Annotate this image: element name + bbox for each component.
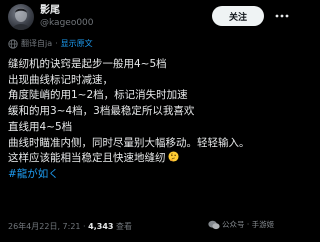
globe-icon (8, 39, 18, 49)
meta-separator: · (80, 222, 89, 231)
watermark: 公众号 · 手游姬 (208, 219, 274, 230)
post-line-last: 这样应该能相当稳定且快速地缝纫 (8, 151, 298, 167)
translation-bar: 翻译自ja · 显示原文 (8, 38, 93, 50)
view-count-label: 查看 (113, 222, 132, 231)
post-meta: 26年4月22日, 7:21 · 4,343 查看 (8, 222, 132, 232)
show-original-link[interactable]: 显示原文 (61, 38, 93, 50)
post-line: 缝纫机的诀窍是起步一般用4~5档 (8, 58, 167, 70)
author-handle[interactable]: @kageo000 (40, 18, 94, 29)
translation-separator: · (55, 39, 58, 48)
translated-from-label: 翻译自ja (21, 39, 53, 48)
thinking-face-icon (167, 151, 179, 162)
view-count: 4,343 (88, 222, 114, 231)
author-display-name[interactable]: 影尾 (40, 5, 60, 17)
post-line: 曲线时瞄准内侧，同时尽量别大幅移动。轻轻输入。 (8, 136, 250, 149)
post-line: 角度陡峭的用1~2档，标记消失时加速 (8, 89, 188, 102)
post-line: 直线用4~5档 (8, 120, 73, 133)
more-options-button[interactable] (274, 9, 290, 23)
timestamp[interactable]: 26年4月22日, 7:21 (8, 222, 81, 231)
watermark-text: 公众号 · 手游姬 (222, 220, 275, 229)
wechat-icon (208, 220, 220, 229)
hashtag-link[interactable]: #龍が如く (8, 167, 298, 183)
post-text: 缝纫机的诀窍是起步一般用4~5档 出现曲线标记时减速， 角度陡峭的用1~2档，标… (8, 57, 298, 183)
more-dots-icon (275, 14, 289, 18)
post-line-text: 这样应该能相当稳定且快速地缝纫 (8, 152, 166, 165)
post-line: 缓和的用3~4档，3档最稳定所以我喜欢 (8, 105, 195, 118)
avatar-image-icon (12, 8, 30, 30)
avatar[interactable] (8, 4, 34, 30)
post-line: 出现曲线标记时减速， (8, 73, 113, 86)
follow-button[interactable]: 关注 (212, 6, 264, 26)
post-card: 影尾 @kageo000 关注 翻译自ja · 显示原文 缝纫机的诀窍是起步一般… (0, 0, 300, 242)
